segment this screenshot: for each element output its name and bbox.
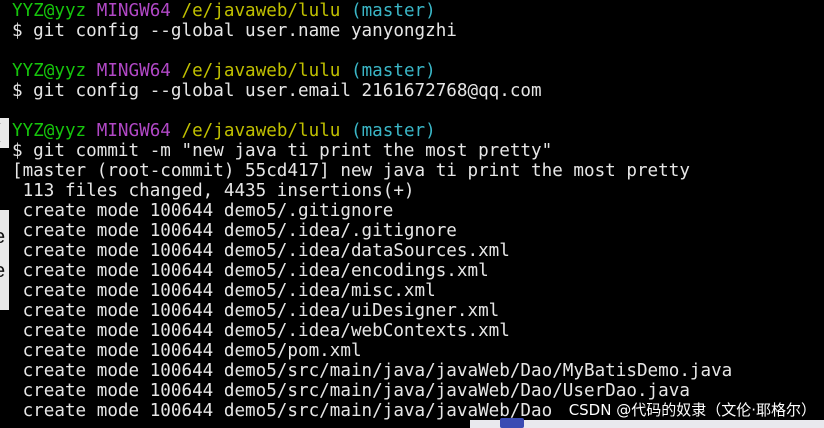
create-mode-line: create mode 100644 demo5/pom.xml [12,341,362,361]
terminal-window[interactable]: ( e e YYZ@yyz MINGW64 /e/javaweb/lulu (m… [0,0,824,428]
command-line: $ git commit -m "new java ti print the m… [12,141,553,161]
commit-summary-line: [master (root-commit) 55cd417] new java … [12,161,690,181]
create-mode-line: create mode 100644 demo5/.gitignore [12,201,394,221]
create-mode-line: create mode 100644 demo5/src/main/java/j… [12,361,733,381]
underlying-page-logo [500,418,524,428]
create-mode-line: create mode 100644 demo5/.idea/.gitignor… [12,221,457,241]
create-mode-line: create mode 100644 demo5/src/main/java/j… [12,401,553,421]
create-mode-line: create mode 100644 demo5/.idea/webContex… [12,321,510,341]
adjacent-window-edge-glyph: e [0,260,5,283]
watermark-text: CSDN @代码的奴隶（文伦·耶格尔） [568,401,816,419]
command-line: $ git config --global user.name yanyongz… [12,21,457,41]
command-line: $ git config --global user.email 2161672… [12,81,542,101]
prompt-line: YYZ@yyz MINGW64 /e/javaweb/lulu (master) [12,121,436,141]
prompt-line: YYZ@yyz MINGW64 /e/javaweb/lulu (master) [12,61,436,81]
create-mode-line: create mode 100644 demo5/.idea/dataSourc… [12,241,510,261]
commit-stats-line: 113 files changed, 4435 insertions(+) [12,181,415,201]
adjacent-window-edge [0,118,9,148]
adjacent-window-edge-glyph: ( [0,121,1,144]
prompt-line: YYZ@yyz MINGW64 /e/javaweb/lulu (master) [12,1,436,21]
create-mode-line: create mode 100644 demo5/.idea/misc.xml [12,281,436,301]
create-mode-line: create mode 100644 demo5/.idea/uiDesigne… [12,301,500,321]
adjacent-window-edge-glyph: e [0,226,5,249]
create-mode-line: create mode 100644 demo5/.idea/encodings… [12,261,489,281]
